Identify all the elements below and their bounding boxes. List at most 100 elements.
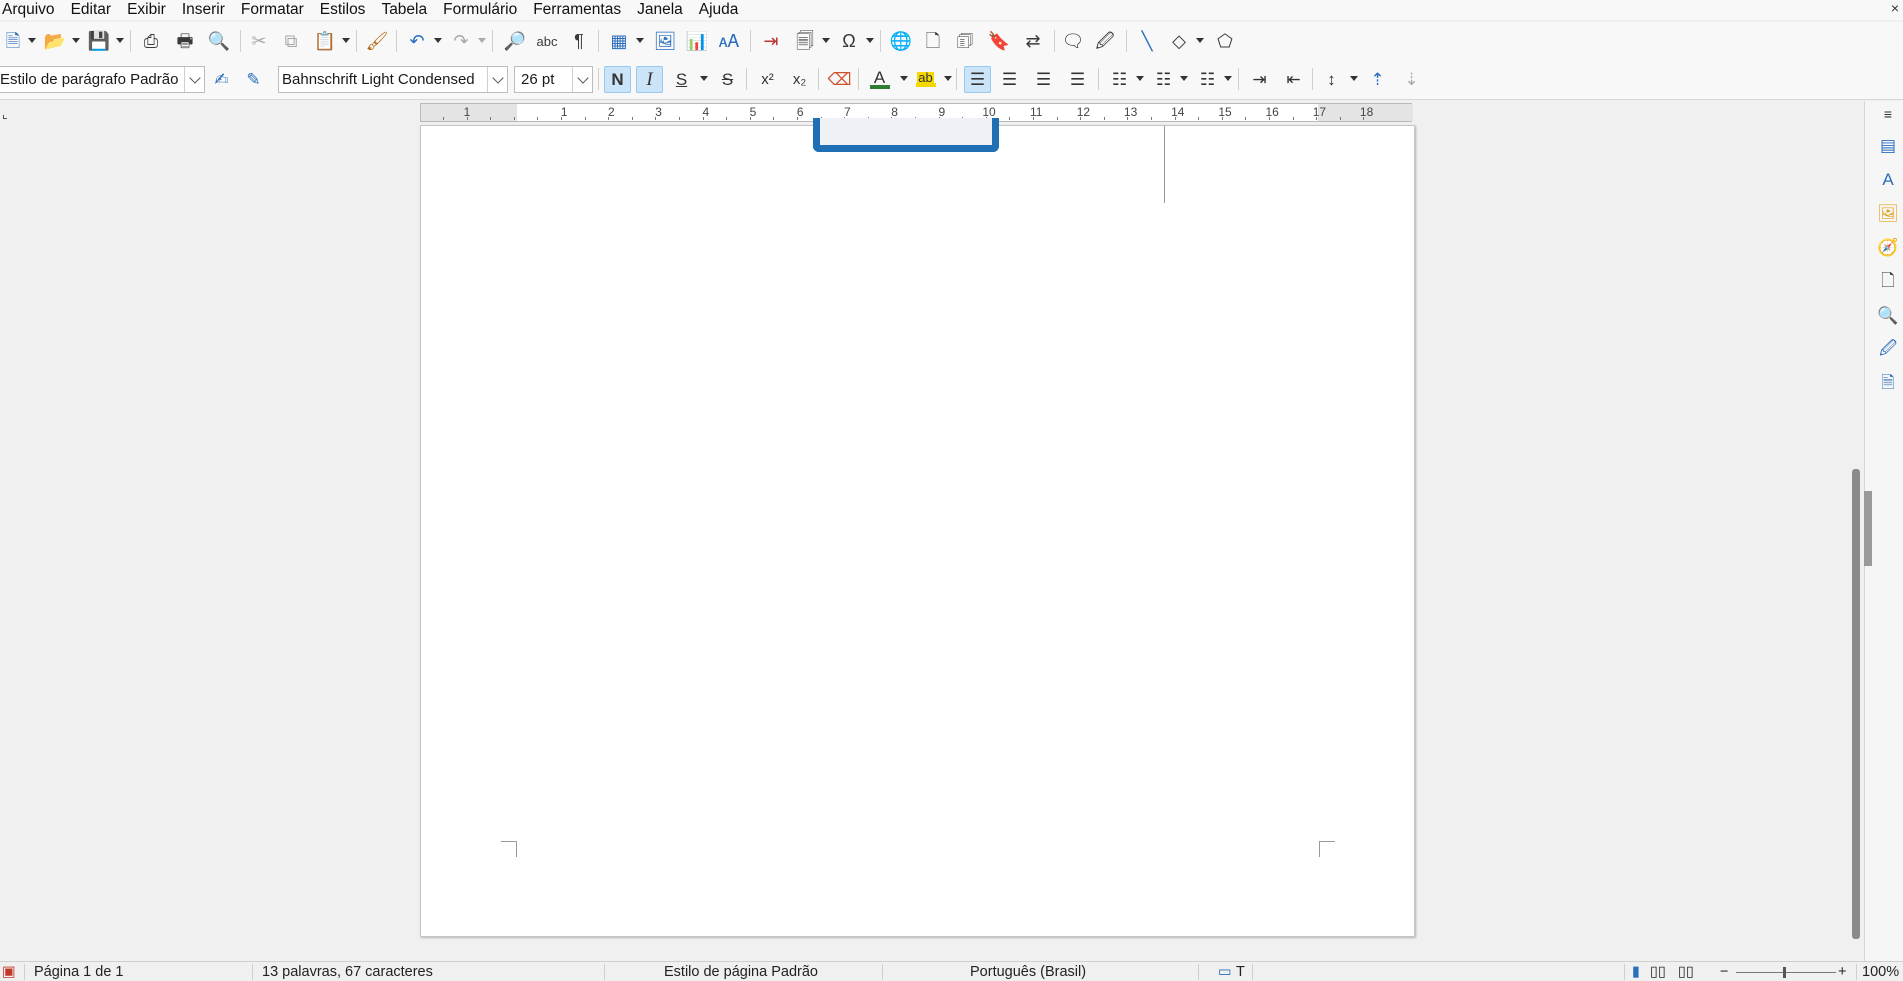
document-workspace[interactable]: ⌞ 1 1 2 3 4 5 6 7 8 9 10 11 12 13 14 15 16 17 18 (0, 101, 1864, 961)
line-spacing-icon[interactable]: ↕ (1318, 66, 1345, 93)
spelling-icon[interactable]: abc (534, 28, 560, 54)
scrollbar-thumb[interactable] (1852, 469, 1860, 939)
chevron-down-icon[interactable] (572, 67, 592, 92)
page-count[interactable]: Página 1 de 1 (34, 964, 124, 980)
update-style-icon[interactable]: ✍ (208, 66, 235, 93)
special-character-dropdown-arrow[interactable] (866, 38, 874, 43)
embedded-image[interactable] (813, 118, 999, 152)
menu-formatar[interactable]: Formatar (241, 1, 314, 19)
vertical-scrollbar[interactable] (1847, 101, 1864, 961)
styles-icon[interactable]: A (1877, 169, 1899, 191)
increase-paragraph-spacing-icon[interactable]: ⇡ (1364, 66, 1391, 93)
align-center-button[interactable]: ☰ (996, 66, 1023, 93)
properties-icon[interactable]: ▤ (1877, 135, 1899, 157)
undo-dropdown-arrow[interactable] (434, 38, 442, 43)
strikethrough-button[interactable]: S (714, 66, 741, 93)
sidebar-menu-icon[interactable]: ≡ (1877, 103, 1899, 125)
chevron-down-icon[interactable] (184, 67, 204, 92)
cut-icon[interactable]: ✂ (246, 28, 272, 54)
zoom-slider-track[interactable] (1736, 972, 1836, 973)
increase-indent-icon[interactable]: ⇥ (1246, 66, 1273, 93)
basic-shapes-icon[interactable]: ◇ (1166, 28, 1192, 54)
insert-table-icon[interactable]: ▦ (606, 28, 632, 54)
bold-button[interactable]: N (604, 66, 631, 93)
outline-list-icon[interactable]: ☷ (1194, 66, 1221, 93)
menu-arquivo[interactable]: Arquivo (0, 1, 65, 19)
menu-ajuda[interactable]: Ajuda (699, 1, 749, 19)
field-dropdown-arrow[interactable] (822, 38, 830, 43)
menu-exibir[interactable]: Exibir (127, 1, 176, 19)
open-folder-icon[interactable]: 📂 (42, 28, 68, 54)
outline-list-dropdown-arrow[interactable] (1224, 76, 1232, 81)
highlight-dropdown-arrow[interactable] (944, 76, 952, 81)
export-pdf-icon[interactable]: ⎙ (138, 28, 164, 54)
page-style[interactable]: Estilo de página Padrão (664, 964, 818, 980)
manage-changes-icon[interactable]: 🖉 (1877, 339, 1899, 361)
numbered-list-icon[interactable]: ☷ (1150, 66, 1177, 93)
insert-mode-icon[interactable]: ▭ (1218, 964, 1232, 980)
chevron-down-icon[interactable] (487, 67, 507, 92)
superscript-button[interactable]: x² (754, 66, 781, 93)
style-inspector-icon[interactable]: 🔍 (1877, 305, 1899, 327)
paste-icon[interactable]: 📋 (312, 28, 338, 54)
cross-reference-icon[interactable]: ⇄ (1020, 28, 1046, 54)
hyperlink-icon[interactable]: 🌐 (888, 28, 914, 54)
menu-inserir[interactable]: Inserir (182, 1, 235, 19)
clear-formatting-icon[interactable]: ⌫ (826, 66, 853, 93)
highlight-button[interactable]: ab (912, 66, 939, 93)
redo-dropdown-arrow[interactable] (478, 38, 486, 43)
save-icon[interactable]: 💾 (86, 28, 112, 54)
special-character-icon[interactable]: Ω (836, 28, 862, 54)
menu-tabela[interactable]: Tabela (381, 1, 437, 19)
draw-functions-icon[interactable]: ⬠ (1212, 28, 1238, 54)
align-right-button[interactable]: ☰ (1030, 66, 1057, 93)
insert-textbox-icon[interactable]: 🗚 (716, 28, 742, 54)
italic-button[interactable]: I (636, 66, 663, 93)
text-language[interactable]: Português (Brasil) (970, 964, 1086, 980)
find-replace-icon[interactable]: 🔎 (502, 28, 528, 54)
document-page[interactable] (420, 118, 1415, 937)
bullet-list-icon[interactable]: ☷ (1106, 66, 1133, 93)
zoom-out-icon[interactable]: − (1720, 964, 1728, 980)
numbered-list-dropdown-arrow[interactable] (1180, 76, 1188, 81)
save-dropdown-arrow[interactable] (116, 38, 124, 43)
track-changes-icon[interactable]: 🖉 (1092, 28, 1118, 54)
zoom-slider-thumb[interactable] (1783, 967, 1786, 978)
font-name-combo[interactable]: Bahnschrift Light Condensed (278, 66, 508, 93)
decrease-paragraph-spacing-icon[interactable]: ⇣ (1398, 66, 1425, 93)
decrease-indent-icon[interactable]: ⇤ (1280, 66, 1307, 93)
close-document-icon[interactable]: × (1891, 0, 1899, 16)
new-style-icon[interactable]: ✎ (240, 66, 267, 93)
insert-image-icon[interactable]: 🖼 (652, 28, 678, 54)
paragraph-style-combo[interactable]: Estilo de parágrafo Padrão (0, 66, 205, 93)
page-break-icon[interactable]: ⇥ (758, 28, 784, 54)
align-left-button[interactable]: ☰ (964, 66, 991, 93)
menu-ferramentas[interactable]: Ferramentas (533, 1, 631, 19)
tab-stop-selector-icon[interactable]: ⌞ (2, 107, 8, 121)
justify-button[interactable]: ☰ (1064, 66, 1091, 93)
print-icon[interactable]: 🖶 (172, 28, 198, 54)
zoom-level[interactable]: 100% (1862, 964, 1899, 980)
formatting-marks-icon[interactable]: ¶ (566, 28, 592, 54)
design-icon[interactable]: 🗎 (1877, 373, 1899, 395)
new-document-icon[interactable]: 🗎 (0, 28, 26, 54)
menu-janela[interactable]: Janela (637, 1, 693, 19)
insert-chart-icon[interactable]: 📊 (684, 28, 710, 54)
open-dropdown-arrow[interactable] (72, 38, 80, 43)
underline-button[interactable]: S (668, 66, 695, 93)
clone-formatting-icon[interactable]: 🖌 (364, 28, 390, 54)
insert-line-icon[interactable]: ╲ (1134, 28, 1160, 54)
comment-icon[interactable]: 🗨 (1060, 28, 1086, 54)
book-view-icon[interactable]: ▯▯ (1678, 964, 1694, 980)
shapes-dropdown-arrow[interactable] (1196, 38, 1204, 43)
word-count[interactable]: 13 palavras, 67 caracteres (262, 964, 433, 980)
selection-mode-icon[interactable]: T (1236, 964, 1245, 980)
zoom-in-icon[interactable]: + (1838, 964, 1846, 980)
document-modified-icon[interactable]: ▣ (2, 964, 16, 980)
subscript-button[interactable]: x₂ (786, 66, 813, 93)
single-page-view-icon[interactable]: ▮ (1632, 964, 1640, 980)
endnote-icon[interactable]: 🗊 (952, 28, 978, 54)
menu-formulario[interactable]: Formulário (443, 1, 527, 19)
bookmark-icon[interactable]: 🔖 (986, 28, 1012, 54)
gallery-icon[interactable]: 🖼 (1877, 203, 1899, 225)
